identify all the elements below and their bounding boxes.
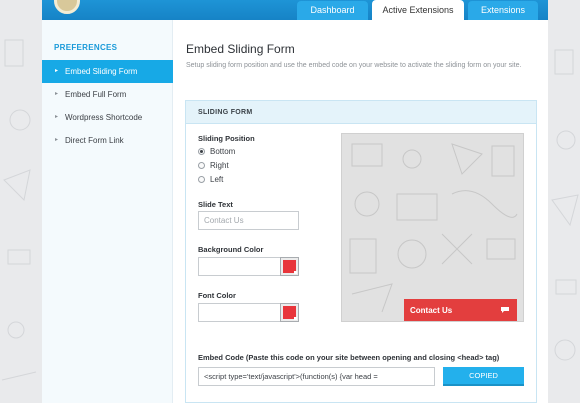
panel-heading: SLIDING FORM <box>186 101 536 124</box>
chevron-right-icon: ▸ <box>55 91 59 97</box>
position-option-label: Bottom <box>210 147 236 156</box>
sliding-position-label: Sliding Position <box>198 134 255 143</box>
embed-code-label: Embed Code (Paste this code on your site… <box>198 353 500 362</box>
radio-icon[interactable] <box>198 176 205 183</box>
logo-icon <box>54 0 80 14</box>
font-color-input[interactable] <box>198 303 281 322</box>
radio-icon[interactable] <box>198 162 205 169</box>
sidebar-item-label: Embed Full Form <box>65 90 127 99</box>
preferences-sidebar: PREFERENCES ▸ Embed Sliding Form ▸ Embed… <box>42 20 173 403</box>
page-title: Embed Sliding Form <box>186 42 295 56</box>
embed-code-field[interactable]: <script type='text/javascript'>(function… <box>198 367 435 386</box>
position-option-label: Right <box>210 161 229 170</box>
main-content: Embed Sliding Form Setup sliding form po… <box>173 20 548 403</box>
sidebar-item-direct-form-link[interactable]: ▸ Direct Form Link <box>42 129 173 152</box>
color-swatch-fill <box>283 260 297 274</box>
chevron-right-icon: ▸ <box>55 68 59 74</box>
copy-button[interactable]: COPIED <box>443 367 524 386</box>
color-swatch-fill <box>283 306 297 320</box>
sliding-form-panel: SLIDING FORM Sliding Position Bottom Rig… <box>185 100 537 403</box>
sidebar-item-wordpress-shortcode[interactable]: ▸ Wordpress Shortcode <box>42 106 173 129</box>
position-option-right[interactable]: Right <box>198 161 229 170</box>
sidebar-item-label: Embed Sliding Form <box>65 67 138 76</box>
slide-text-input[interactable]: Contact Us <box>198 211 299 230</box>
tab-active-extensions[interactable]: Active Extensions <box>372 0 464 20</box>
sidebar-heading: PREFERENCES <box>54 43 118 52</box>
tab-dashboard[interactable]: Dashboard <box>297 1 368 20</box>
preview-contact-label: Contact Us <box>410 306 453 315</box>
sidebar-item-embed-full-form[interactable]: ▸ Embed Full Form <box>42 83 173 106</box>
sidebar-item-label: Wordpress Shortcode <box>65 113 143 122</box>
chevron-right-icon: ▸ <box>55 137 59 143</box>
page-description: Setup sliding form position and use the … <box>186 62 522 69</box>
sidebar-item-embed-sliding-form[interactable]: ▸ Embed Sliding Form <box>42 60 173 83</box>
tab-extensions[interactable]: Extensions <box>468 1 538 20</box>
radio-checked-icon[interactable] <box>198 148 205 155</box>
sidebar-item-label: Direct Form Link <box>65 136 124 145</box>
preview-doodle-background <box>349 143 518 313</box>
sliding-form-preview: Contact Us <box>341 133 524 322</box>
font-color-label: Font Color <box>198 291 236 300</box>
chevron-right-icon: ▸ <box>55 114 59 120</box>
chat-bubble-icon <box>501 307 509 313</box>
preview-contact-button: Contact Us <box>404 299 517 321</box>
position-option-left[interactable]: Left <box>198 175 223 184</box>
background-color-label: Background Color <box>198 245 264 254</box>
background-color-swatch[interactable] <box>280 257 299 276</box>
position-option-bottom[interactable]: Bottom <box>198 147 235 156</box>
slide-text-label: Slide Text <box>198 200 233 209</box>
background-color-input[interactable] <box>198 257 281 276</box>
font-color-swatch[interactable] <box>280 303 299 322</box>
top-navigation-bar: Dashboard Active Extensions Extensions <box>42 0 548 20</box>
position-option-label: Left <box>210 175 224 184</box>
app-window: Dashboard Active Extensions Extensions P… <box>42 0 548 403</box>
